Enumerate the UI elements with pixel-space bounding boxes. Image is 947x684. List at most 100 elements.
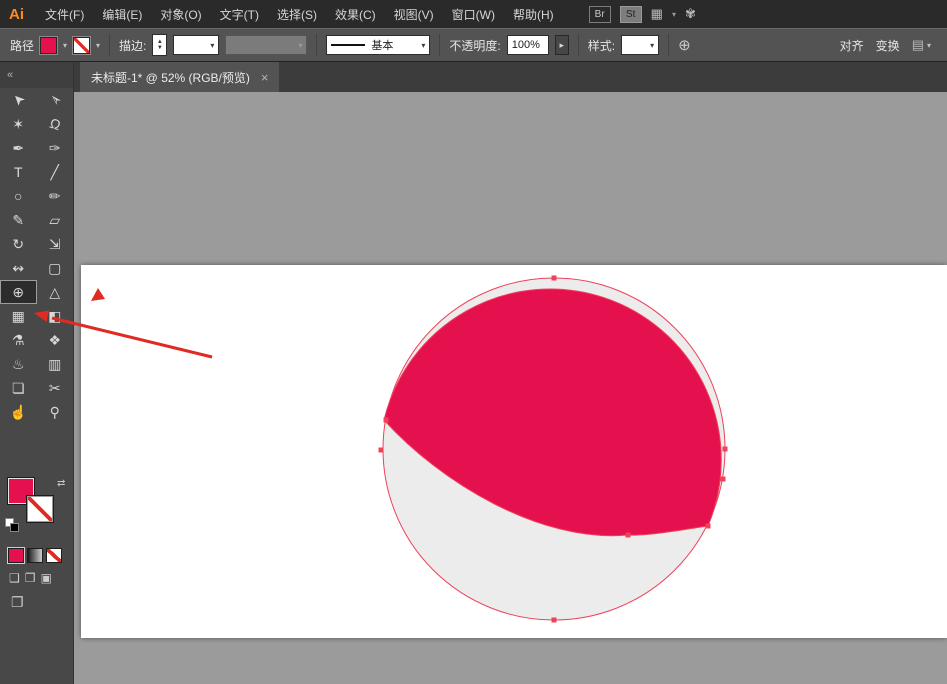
stepper-down-icon[interactable]: ▼: [157, 45, 163, 51]
none-mode-button[interactable]: [46, 548, 62, 563]
mesh-tool[interactable]: ▦: [0, 304, 37, 328]
type-tool[interactable]: T: [0, 160, 37, 184]
document-tab[interactable]: 未标题-1* @ 52% (RGB/预览) ×: [80, 62, 280, 92]
shape-builder-tool[interactable]: ⊕: [0, 280, 37, 304]
symbol-sprayer-tool[interactable]: ♨: [0, 352, 37, 376]
stock-button[interactable]: St: [619, 5, 642, 23]
stroke-weight-caret-icon[interactable]: ▾: [210, 41, 214, 50]
menu-view[interactable]: 视图(V): [385, 0, 443, 28]
stroke-weight-stepper[interactable]: ▲ ▼: [152, 34, 168, 56]
scale-tool[interactable]: ⇲: [37, 232, 74, 256]
anchor-point[interactable]: [722, 446, 728, 452]
eraser-tool[interactable]: ▱: [37, 208, 74, 232]
paintbrush-tool[interactable]: ✏: [37, 184, 74, 208]
color-mode-button[interactable]: [7, 547, 25, 564]
draw-inside-icon[interactable]: ▣: [41, 571, 52, 585]
line-style-select[interactable]: 基本 ▾: [326, 35, 431, 55]
opacity-input[interactable]: 100%: [506, 35, 549, 55]
stroke-color-box[interactable]: [26, 495, 54, 523]
hand-tool[interactable]: ☝: [0, 400, 37, 424]
column-graph-tool[interactable]: ▥: [37, 352, 74, 376]
menu-effect[interactable]: 效果(C): [326, 0, 385, 28]
fill-color-swatch[interactable]: [39, 35, 59, 55]
menu-type[interactable]: 文字(T): [211, 0, 268, 28]
zoom-tool[interactable]: ⚲: [37, 400, 74, 424]
bridge-button[interactable]: Br: [588, 5, 611, 23]
style-caret-icon[interactable]: ▾: [650, 41, 654, 50]
separator: [439, 34, 441, 56]
anchor-point[interactable]: [551, 617, 557, 623]
draw-normal-icon[interactable]: ❑: [9, 571, 20, 585]
graphic-style-select[interactable]: ▾: [621, 35, 660, 55]
anchor-point[interactable]: [383, 417, 389, 423]
anchor-point[interactable]: [378, 447, 384, 453]
separator: [316, 34, 318, 56]
document-setup-globe-icon[interactable]: ⊕: [678, 36, 691, 54]
anchor-point[interactable]: [720, 476, 726, 482]
paint-mode-row: [0, 534, 73, 564]
artboard-tool[interactable]: ❏: [0, 376, 37, 400]
menu-object[interactable]: 对象(O): [151, 0, 210, 28]
fill-caret-icon[interactable]: ▾: [63, 41, 67, 50]
stroke-weight-select[interactable]: ▾: [173, 35, 220, 55]
draw-behind-icon[interactable]: ❒: [25, 571, 36, 585]
opacity-forward-icon[interactable]: ▸: [554, 35, 569, 55]
menu-edit[interactable]: 编辑(E): [93, 0, 151, 28]
fill-stroke-widget: ⇄: [0, 477, 73, 534]
tools-panel: « ➤ ➢ ✶ Ω ✒ ✑ T ╱ ○ ✏ ✎ ▱ ↻ ⇲ ↭ ▢ ⊕ △ ▦ …: [0, 62, 74, 684]
rotate-tool[interactable]: ↻: [0, 232, 37, 256]
separator: [577, 34, 579, 56]
menu-bar: Ai 文件(F) 编辑(E) 对象(O) 文字(T) 选择(S) 效果(C) 视…: [0, 0, 947, 28]
menu-select[interactable]: 选择(S): [268, 0, 326, 28]
blend-tool[interactable]: ❖: [37, 328, 74, 352]
brush-caret-icon[interactable]: ▾: [298, 41, 302, 50]
artwork-svg: [378, 275, 728, 623]
transform-button[interactable]: 变换: [876, 37, 900, 54]
tool-grid: ➤ ➢ ✶ Ω ✒ ✑ T ╱ ○ ✏ ✎ ▱ ↻ ⇲ ↭ ▢ ⊕ △ ▦ ◧ …: [0, 88, 73, 424]
align-button[interactable]: 对齐: [840, 37, 864, 54]
anchor-point[interactable]: [551, 275, 557, 281]
workspace-caret-icon[interactable]: ▾: [672, 10, 676, 19]
brush-definition-select[interactable]: ▾: [225, 35, 308, 55]
control-bar-right: 对齐 变换 ▤ ▾: [840, 37, 937, 54]
draw-mode-row: ❑ ❒ ▣: [0, 563, 73, 585]
default-stroke-icon[interactable]: [10, 523, 19, 532]
workspace-icon[interactable]: ▦: [651, 6, 663, 22]
gradient-tool[interactable]: ◧: [37, 304, 74, 328]
width-tool[interactable]: ↭: [0, 256, 37, 280]
document-tab-title: 未标题-1* @ 52% (RGB/预览): [91, 70, 250, 85]
free-transform-tool[interactable]: ▢: [37, 256, 74, 280]
pencil-tool[interactable]: ✎: [0, 208, 37, 232]
illustrator-logo: Ai: [9, 5, 24, 23]
app-bar-right: Br St ▦ ▾ ✾: [588, 5, 696, 23]
perspective-grid-tool[interactable]: △: [37, 280, 74, 304]
stroke-caret-icon[interactable]: ▾: [96, 41, 100, 50]
ellipse-tool[interactable]: ○: [0, 184, 37, 208]
cs-live-icon[interactable]: ✾: [685, 6, 696, 22]
separator: [668, 34, 670, 56]
anchor-point[interactable]: [705, 523, 711, 529]
tab-close-icon[interactable]: ×: [261, 70, 269, 85]
opacity-label: 不透明度:: [449, 38, 501, 53]
panel-caret-icon[interactable]: ▾: [927, 41, 931, 50]
menu-help[interactable]: 帮助(H): [504, 0, 563, 28]
swap-fill-stroke-icon[interactable]: ⇄: [57, 478, 65, 489]
artboard[interactable]: [81, 265, 947, 638]
panel-menu-icon[interactable]: ▤: [912, 37, 924, 53]
slice-tool[interactable]: ✂: [37, 376, 74, 400]
separator: [109, 34, 111, 56]
line-segment-tool[interactable]: ╱: [37, 160, 74, 184]
menu-file[interactable]: 文件(F): [36, 0, 93, 28]
pen-tool[interactable]: ✒: [0, 136, 37, 160]
screen-mode-icon[interactable]: ❐: [11, 594, 24, 610]
screen-mode-row: ❐: [0, 585, 73, 611]
line-style-caret-icon[interactable]: ▾: [421, 41, 425, 50]
menu-window[interactable]: 窗口(W): [443, 0, 504, 28]
canvas-area[interactable]: [74, 92, 947, 684]
stroke-color-swatch[interactable]: [72, 35, 92, 55]
gradient-mode-button[interactable]: [27, 548, 43, 563]
anchor-point[interactable]: [625, 532, 631, 538]
selection-type-label: 路径: [10, 38, 35, 53]
eyedropper-tool[interactable]: ⚗: [0, 328, 37, 352]
line-style-value: 基本: [371, 40, 394, 52]
